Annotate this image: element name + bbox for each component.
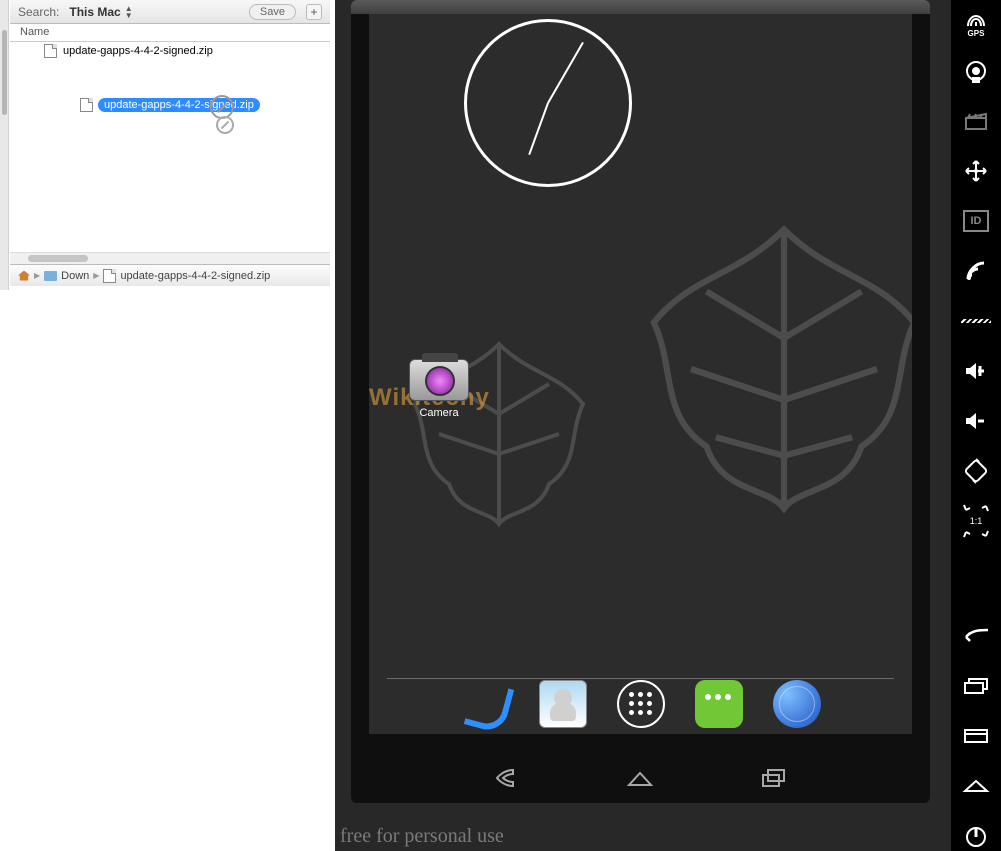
move-button[interactable] (961, 156, 991, 186)
home-icon[interactable] (18, 271, 30, 281)
zip-file-icon (80, 98, 93, 112)
column-header-name[interactable]: Name (10, 24, 330, 42)
camera-app[interactable]: Camera (404, 359, 474, 419)
emulator-title-bar[interactable] (351, 0, 930, 14)
camera-label: Camera (404, 407, 474, 419)
clock-widget[interactable] (464, 19, 644, 199)
phone-app-icon[interactable] (461, 680, 509, 728)
emulator-frame: Wikitechy Camera (351, 0, 930, 803)
vertical-scrollbar[interactable] (0, 0, 9, 290)
no-drop-icon (216, 116, 234, 134)
nav-recent-button[interactable] (760, 767, 788, 794)
app-drawer-icon[interactable] (617, 680, 665, 728)
zip-file-icon (44, 44, 57, 58)
footer-text: free for personal use (340, 825, 504, 848)
ratio-label: 1:1 (970, 516, 983, 526)
path-downloads[interactable]: Down (61, 270, 89, 282)
id-button[interactable]: ID (961, 206, 991, 236)
clapperboard-button[interactable] (961, 106, 991, 136)
menu-button[interactable] (961, 721, 991, 751)
path-file[interactable]: update-gapps-4-4-2-signed.zip (120, 270, 270, 282)
wallpaper-leaf (629, 214, 912, 524)
zip-file-icon (103, 269, 116, 283)
emulator-sidebar: GPS ID 1:1 (951, 0, 1001, 851)
save-button[interactable]: Save (249, 4, 296, 20)
path-separator-icon: ▶ (34, 271, 40, 280)
search-scope-dropdown[interactable]: This Mac ▲▼ (69, 5, 132, 19)
dock (369, 676, 912, 731)
folder-icon[interactable] (44, 271, 57, 281)
search-scope-text: This Mac (69, 5, 120, 19)
rotate-button[interactable] (961, 456, 991, 486)
file-row[interactable]: update-gapps-4-4-2-signed.zip (10, 42, 330, 60)
dropdown-arrows-icon: ▲▼ (125, 5, 133, 19)
finder-window: Search: This Mac ▲▼ Save + Name update-g… (10, 0, 330, 290)
contacts-app-icon[interactable] (539, 680, 587, 728)
clock-face-icon (464, 19, 632, 187)
camera-icon (409, 359, 469, 401)
path-bar: ▶ Down ▶ update-gapps-4-4-2-signed.zip (10, 264, 330, 286)
id-label: ID (963, 210, 989, 232)
drag-file-name: update-gapps-4-4-2-signed.zip (98, 98, 260, 112)
ratio-button[interactable]: 1:1 (961, 506, 991, 536)
file-list: update-gapps-4-4-2-signed.zip update-gap… (10, 42, 330, 252)
android-nav-bar (351, 758, 930, 803)
gps-button[interactable]: GPS (961, 6, 991, 36)
messaging-app-icon[interactable] (695, 680, 743, 728)
horizontal-scrollbar[interactable] (10, 252, 330, 264)
gps-label: GPS (968, 29, 985, 38)
volume-down-button[interactable] (961, 406, 991, 436)
pixel-line-icon (961, 319, 991, 323)
android-screen[interactable]: Wikitechy Camera (369, 14, 912, 734)
browser-app-icon[interactable] (773, 680, 821, 728)
pixel-button[interactable] (961, 306, 991, 336)
nav-home-button[interactable] (625, 767, 655, 794)
add-rule-button[interactable]: + (306, 4, 322, 20)
file-name: update-gapps-4-4-2-signed.zip (63, 45, 213, 57)
back-button[interactable] (961, 621, 991, 651)
power-button[interactable] (961, 821, 991, 851)
camera-button[interactable] (961, 56, 991, 86)
recent-button[interactable] (961, 671, 991, 701)
path-separator-icon: ▶ (93, 271, 99, 280)
rss-button[interactable] (961, 256, 991, 286)
home-button[interactable] (961, 771, 991, 801)
volume-up-button[interactable] (961, 356, 991, 386)
search-toolbar: Search: This Mac ▲▼ Save + (10, 0, 330, 24)
search-label: Search: (18, 5, 59, 19)
nav-back-button[interactable] (493, 766, 521, 795)
emulator-panel: Wikitechy Camera free for personal use (335, 0, 1001, 851)
